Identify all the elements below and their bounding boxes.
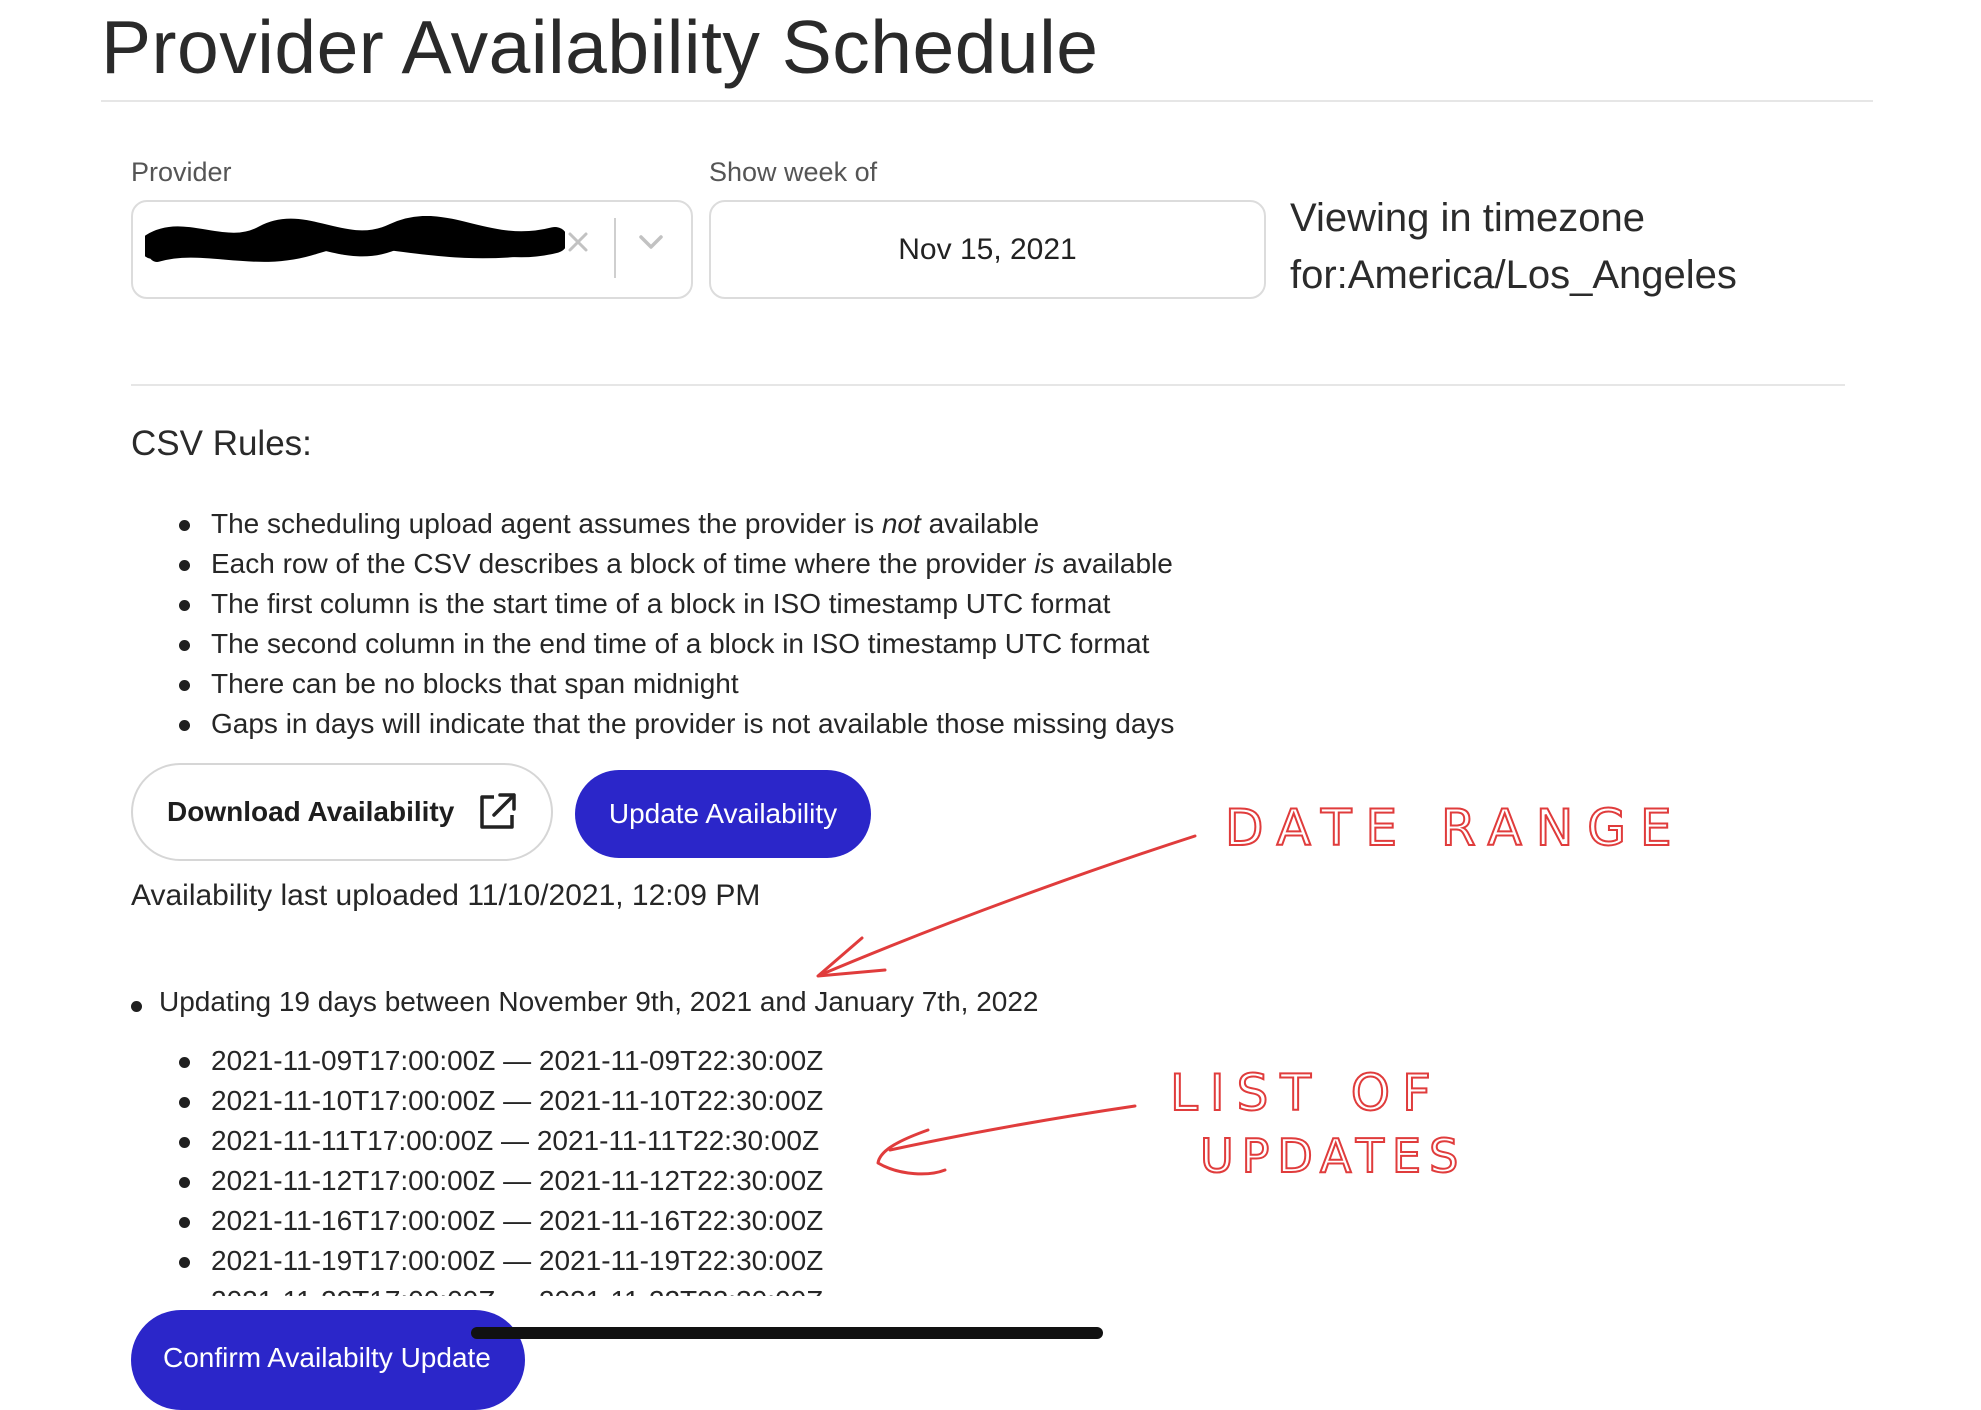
confirm-availability-update-button[interactable]: Confirm Availabilty Update	[131, 1310, 525, 1410]
provider-dropdown-toggle[interactable]	[629, 222, 673, 262]
date-range-arrow	[818, 834, 1197, 977]
week-date-input[interactable]: Nov 15, 2021	[709, 200, 1266, 299]
update-block-item: 2021-11-16T17:00:00Z — 2021-11-16T22:30:…	[131, 1201, 1031, 1241]
provider-select[interactable]	[131, 200, 693, 299]
updates-list: 2021-11-09T17:00:00Z — 2021-11-09T22:30:…	[131, 1041, 1031, 1296]
csv-rule-item: Each row of the CSV describes a block of…	[131, 544, 1174, 584]
clear-provider-button[interactable]	[558, 222, 598, 262]
download-availability-label: Download Availability	[167, 796, 455, 827]
update-block-item: 2021-11-19T17:00:00Z — 2021-11-19T22:30:…	[131, 1241, 1031, 1281]
week-label: Show week of	[709, 157, 878, 187]
csv-rules-heading: CSV Rules:	[131, 424, 312, 463]
updates-annotation: UPDATES	[1200, 1129, 1466, 1183]
date-range-arrowhead	[816, 936, 887, 978]
csv-rule-item: The second column in the end time of a b…	[131, 624, 1174, 664]
week-date-value: Nov 15, 2021	[898, 232, 1077, 266]
timezone-info: Viewing in timezone for:America/Los_Ange…	[1290, 196, 1737, 297]
csv-rule-item: There can be no blocks that span midnigh…	[131, 664, 1174, 704]
last-uploaded-status: Availability last uploaded 11/10/2021, 1…	[131, 879, 761, 912]
update-block-item: 2021-11-10T17:00:00Z — 2021-11-10T22:30:…	[131, 1081, 1031, 1121]
close-icon	[568, 232, 588, 252]
csv-rules-list: The scheduling upload agent assumes the …	[131, 504, 1174, 744]
csv-rule-item: Gaps in days will indicate that the prov…	[131, 704, 1174, 744]
update-block-item: 2021-11-22T17:00:00Z — 2021-11-22T22:30:…	[131, 1281, 1031, 1296]
update-block-item: 2021-11-09T17:00:00Z — 2021-11-09T22:30:…	[131, 1041, 1031, 1081]
home-indicator	[471, 1327, 1103, 1339]
page-title: Provider Availability Schedule	[101, 5, 1099, 89]
redacted-provider-name	[145, 216, 565, 262]
update-availability-button[interactable]: Update Availability	[575, 770, 871, 858]
update-block-item: 2021-11-12T17:00:00Z — 2021-11-12T22:30:…	[131, 1161, 1031, 1201]
external-link-icon	[480, 793, 517, 829]
title-divider	[101, 100, 1873, 102]
update-block-item: 2021-11-11T17:00:00Z — 2021-11-11T22:30:…	[131, 1121, 1031, 1161]
csv-rule-item: The first column is the start time of a …	[131, 584, 1174, 624]
list-of-annotation: LIST OF	[1170, 1064, 1443, 1122]
updating-summary: Updating 19 days between November 9th, 2…	[131, 986, 1039, 1018]
date-range-annotation: DATE RANGE	[1225, 799, 1686, 857]
csv-rule-item: The scheduling upload agent assumes the …	[131, 504, 1174, 544]
download-availability-button[interactable]: Download Availability	[131, 763, 553, 861]
updates-scroll-area[interactable]: 2021-11-09T17:00:00Z — 2021-11-09T22:30:…	[131, 1041, 1031, 1296]
chevron-down-icon	[639, 235, 663, 249]
select-separator	[614, 218, 616, 278]
section-divider	[131, 384, 1845, 386]
provider-label: Provider	[131, 157, 232, 187]
